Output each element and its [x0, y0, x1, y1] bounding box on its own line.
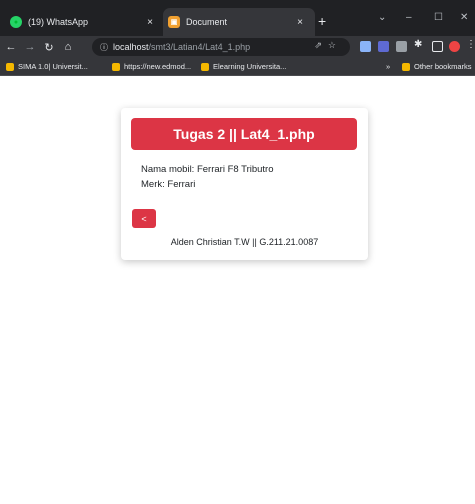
chevron-right-icon: »	[386, 62, 391, 71]
back-arrow-icon[interactable]: ←	[3, 41, 19, 53]
page-title: Tugas 2 || Lat4_1.php	[131, 118, 357, 150]
home-icon[interactable]: ⌂	[60, 41, 76, 53]
car-name-text: Nama mobil: Ferrari F8 Tributro	[141, 164, 274, 175]
bookmark-favicon-icon	[6, 62, 14, 71]
browser-toolbar: ← → ↻ ⌂ ⓘ localhost/smt3/Latian4/Lat4_1.…	[0, 36, 475, 58]
bookmark-item[interactable]: https://new.edmod...	[112, 62, 191, 71]
bookmark-item[interactable]: SIMA 1.0| Universit...	[6, 62, 88, 71]
tab-document[interactable]: ▣ Document ×	[163, 8, 315, 36]
whatsapp-icon: ●	[10, 16, 22, 28]
bookmark-label: Elearning Universita...	[213, 62, 287, 71]
side-panel-icon[interactable]	[432, 41, 443, 52]
tab-title: Document	[186, 17, 228, 27]
bookmark-item[interactable]: Elearning Universita...	[201, 62, 286, 71]
extension-icon[interactable]	[396, 41, 407, 52]
author-footer: Alden Christian T.W || G.211.21.0087	[170, 237, 319, 247]
new-tab-button[interactable]: +	[318, 14, 326, 28]
content-card: Tugas 2 || Lat4_1.php Nama mobil: Ferrar…	[121, 108, 368, 260]
url-path: /smt3/Latian4/Lat4_1.php	[148, 42, 251, 52]
extension-icon[interactable]	[378, 41, 389, 52]
info-icon[interactable]: ⓘ	[100, 42, 108, 53]
avatar[interactable]	[449, 41, 460, 52]
menu-icon[interactable]: ⋮	[466, 39, 475, 50]
bookmark-favicon-icon	[201, 62, 209, 71]
close-window-button[interactable]: ✕	[460, 12, 468, 23]
tab-bar: ● (19) WhatsApp × ▣ Document × + ⌄ – ☐ ✕	[0, 0, 475, 36]
brand-text: Merk: Ferrari	[141, 179, 196, 190]
minimize-button[interactable]: –	[406, 12, 412, 23]
reload-icon[interactable]: ↻	[41, 41, 57, 54]
address-bar[interactable]: ⓘ localhost/smt3/Latian4/Lat4_1.php ⇗☆	[92, 38, 350, 56]
close-tab-icon[interactable]: ×	[293, 17, 307, 28]
close-tab-icon[interactable]: ×	[143, 17, 157, 28]
puzzle-icon[interactable]: ✱	[414, 39, 425, 50]
tab-whatsapp[interactable]: ● (19) WhatsApp ×	[10, 8, 165, 36]
extension-icon[interactable]	[360, 41, 371, 52]
document-icon: ▣	[168, 16, 180, 28]
tab-search-icon[interactable]: ⌄	[378, 12, 386, 23]
bookmarks-overflow-button[interactable]: »	[386, 62, 390, 71]
other-bookmarks[interactable]: Other bookmarks	[402, 62, 472, 71]
forward-arrow-icon[interactable]: →	[22, 41, 38, 53]
bookmark-label: SIMA 1.0| Universit...	[18, 62, 88, 71]
back-button[interactable]: <	[132, 209, 156, 228]
bookmark-label: https://new.edmod...	[124, 62, 192, 71]
maximize-button[interactable]: ☐	[434, 12, 443, 23]
folder-icon	[402, 62, 410, 71]
bookmarks-bar: SIMA 1.0| Universit... https://new.edmod…	[0, 58, 475, 76]
share-bookmark-icons[interactable]: ⇗☆	[314, 40, 342, 51]
bookmark-favicon-icon	[112, 62, 120, 71]
tab-title: (19) WhatsApp	[28, 17, 89, 27]
url-host: localhost	[113, 42, 149, 52]
other-bookmarks-label: Other bookmarks	[414, 62, 472, 71]
